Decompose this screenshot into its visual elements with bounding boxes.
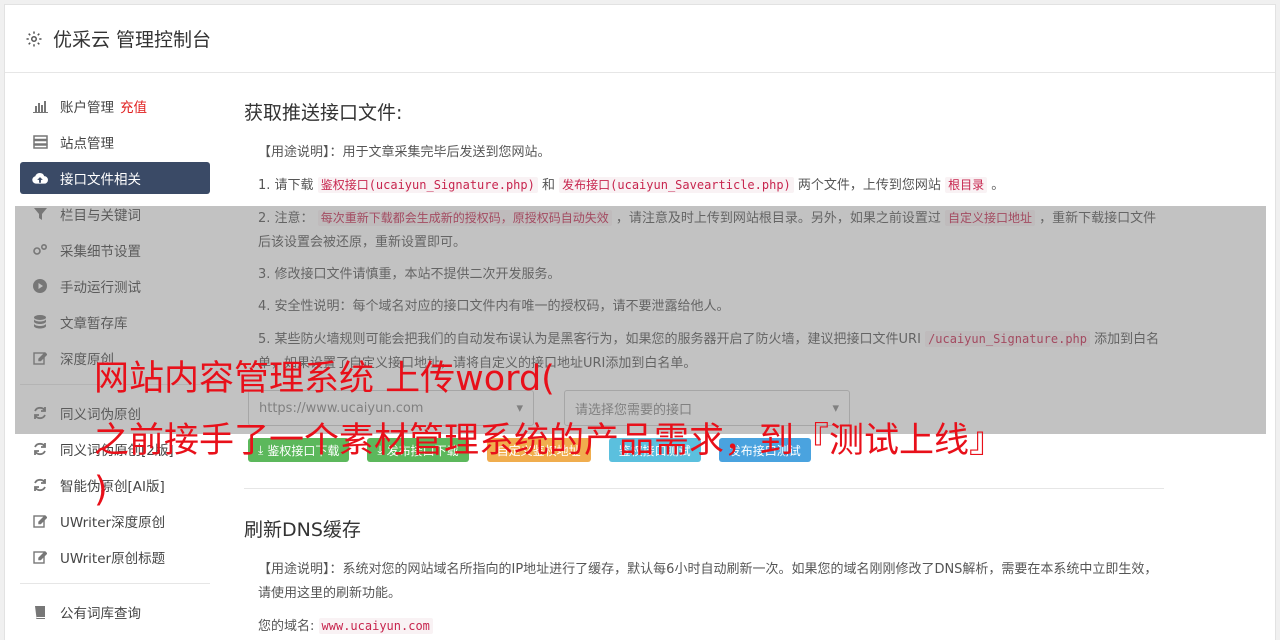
- refresh-icon: [32, 477, 48, 493]
- cloud-upload-icon: [32, 170, 48, 186]
- sidebar-item-uwriter-title[interactable]: UWriter原创标题: [20, 541, 210, 573]
- sidebar-item-uwriter-deep[interactable]: UWriter深度原创: [20, 505, 210, 537]
- sidebar-item-ai-rewrite[interactable]: 智能伪原创[AI版]: [20, 469, 210, 501]
- auth-interface-code: 鉴权接口(ucaiyun_Signature.php): [317, 177, 538, 193]
- edit-icon: [32, 513, 48, 529]
- step-text: 1. 请下载: [258, 178, 314, 193]
- gear-icon: [26, 31, 42, 46]
- publish-interface-code: 发布接口(ucaiyun_Savearticle.php): [559, 177, 794, 193]
- sidebar-item-public-lexicon[interactable]: 公有词库查询: [20, 596, 210, 628]
- section-divider: [244, 488, 1164, 489]
- sidebar-item-label: 公有词库查询: [60, 606, 141, 622]
- domain-value: www.ucaiyun.com: [318, 618, 433, 634]
- step-text: 两个文件，上传到您网站: [797, 178, 941, 193]
- sidebar-divider: [20, 583, 210, 584]
- sidebar-item-account[interactable]: 账户管理 充值: [20, 90, 210, 122]
- server-icon: [32, 134, 48, 150]
- edit-icon: [32, 549, 48, 565]
- refresh-icon: [32, 441, 48, 457]
- page-header: 优采云 管理控制台: [5, 5, 1275, 73]
- step-1: 1. 请下载 鉴权接口(ucaiyun_Signature.php) 和 发布接…: [258, 173, 1164, 198]
- page-title: 优采云 管理控制台: [53, 29, 212, 51]
- overlay-title-line3: ): [94, 470, 108, 510]
- sidebar-item-label: 账户管理: [60, 100, 114, 116]
- section-title-dns: 刷新DNS缓存: [244, 519, 361, 541]
- usage-text: 【用途说明】：用于文章采集完毕后发送到您网站。: [258, 145, 551, 160]
- dns-usage-text: 【用途说明】：系统对您的网站域名所指向的IP地址进行了缓存，默认每6小时自动刷新…: [258, 562, 1158, 601]
- step-text: 和: [542, 178, 556, 193]
- recharge-link[interactable]: 充值: [120, 96, 147, 116]
- domain-row: 您的域名: www.ucaiyun.com: [258, 614, 1164, 639]
- bar-chart-icon: [32, 98, 48, 114]
- sidebar-item-label: 站点管理: [60, 136, 114, 152]
- sidebar-item-label: UWriter深度原创: [60, 515, 166, 531]
- domain-label: 您的域名:: [258, 619, 315, 634]
- section-title-interface: 获取推送接口文件:: [244, 102, 403, 124]
- sidebar-item-label: 接口文件相关: [60, 172, 141, 188]
- step-text: 。: [991, 178, 1005, 193]
- book-icon: [32, 604, 48, 620]
- root-dir-code: 根目录: [945, 177, 988, 193]
- overlay-title-line2: 之前接手了一个素材管理系统的产品需求，到『测试上线』: [94, 421, 1005, 461]
- overlay-title-line1: 网站内容管理系统 上传word(: [94, 359, 555, 399]
- sidebar-item-label: 智能伪原创[AI版]: [60, 479, 165, 495]
- sidebar-item-interface-files[interactable]: 接口文件相关: [20, 162, 210, 194]
- sidebar-item-label: UWriter原创标题: [60, 551, 166, 567]
- sidebar-item-sites[interactable]: 站点管理: [20, 126, 210, 158]
